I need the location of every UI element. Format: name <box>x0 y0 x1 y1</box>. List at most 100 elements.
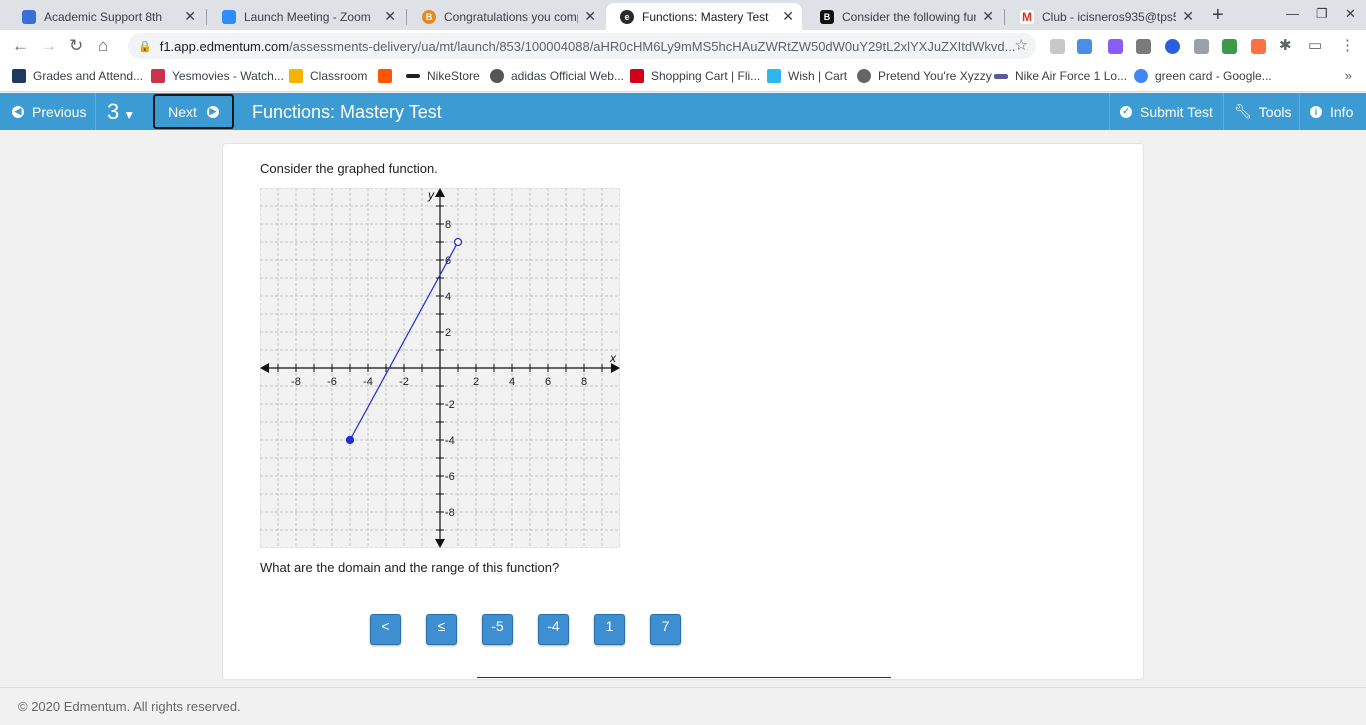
bookmark-item[interactable]: adidas Official Web... <box>490 69 624 83</box>
bookmark-label: Shopping Cart | Fli... <box>651 69 761 83</box>
header-divider <box>1223 93 1224 130</box>
bookmark-item[interactable]: Grades and Attend... <box>12 69 143 83</box>
globe-icon <box>857 69 871 83</box>
restore-icon[interactable]: ❐ <box>1316 6 1328 22</box>
x-tick-label: 8 <box>581 376 587 388</box>
next-arrow-icon: ▶ <box>206 105 219 118</box>
edmentum-icon: e <box>620 9 634 24</box>
question-number-dropdown[interactable]: 3 ▼ <box>107 93 135 130</box>
cast-icon[interactable]: ▭ <box>1308 36 1322 54</box>
x-tick-label: 4 <box>509 376 515 388</box>
browser-tab[interactable]: B Consider the following functi ✕ <box>806 3 1002 30</box>
answer-tile-neg-four[interactable]: -4 <box>538 614 569 645</box>
bookmark-label: NikeStore <box>427 69 480 83</box>
tab-close-icon[interactable]: ✕ <box>782 8 794 25</box>
minimize-icon[interactable]: — <box>1286 6 1299 21</box>
extension-icon[interactable] <box>1222 39 1237 54</box>
browser-menu-icon[interactable]: ⋮ <box>1340 36 1355 54</box>
gmail-icon: M <box>1020 9 1034 24</box>
bookmark-label: Yesmovies - Watch... <box>172 69 284 83</box>
tab-divider <box>406 9 407 25</box>
zoom-icon <box>222 9 236 24</box>
bookmark-item[interactable]: Shopping Cart | Fli... <box>630 69 760 83</box>
browser-tab[interactable]: M Club - icisneros935@tps501 ✕ <box>1006 3 1202 30</box>
submit-test-button[interactable]: ✓ Submit Test <box>1120 93 1213 130</box>
x-tick-label: 6 <box>545 376 551 388</box>
extension-icon[interactable] <box>1136 39 1151 54</box>
tab-close-icon[interactable]: ✕ <box>184 8 196 25</box>
reload-icon[interactable]: ↻ <box>69 36 83 56</box>
answer-tile-less-than[interactable]: < <box>370 614 401 645</box>
tools-button[interactable]: 🔧︎ Tools <box>1234 93 1291 130</box>
extension-icon[interactable] <box>1050 39 1065 54</box>
x-tick-label: -4 <box>363 376 373 388</box>
function-graph: xy -8-6-4-224688642-2-4-6-8 <box>260 188 620 548</box>
lock-icon: 🔒 <box>138 40 152 53</box>
x-axis-label: x <box>609 351 617 365</box>
bookmark-favicon-icon <box>289 69 303 83</box>
close-window-icon[interactable]: ✕ <box>1345 6 1356 22</box>
bitcoin-icon: B <box>422 9 436 24</box>
tab-close-icon[interactable]: ✕ <box>584 8 596 25</box>
tab-close-icon[interactable]: ✕ <box>384 8 396 25</box>
puzzle-extensions-icon[interactable]: ✱ <box>1279 36 1292 54</box>
browser-tab[interactable]: Launch Meeting - Zoom ✕ <box>208 3 404 30</box>
browser-toolbar: ← → ↻ ⌂ 🔒 f1.app.edmentum.com/assessment… <box>0 30 1366 62</box>
bookmark-star-icon[interactable]: ☆ <box>1015 36 1028 54</box>
x-tick-label: -8 <box>291 376 301 388</box>
new-tab-icon[interactable]: + <box>1212 4 1224 27</box>
tab-divider <box>206 9 207 25</box>
address-bar[interactable]: 🔒 f1.app.edmentum.com/assessments-delive… <box>128 33 1036 59</box>
bookmark-item[interactable]: Classroom <box>289 69 367 83</box>
y-tick-label: 8 <box>445 219 451 231</box>
home-icon[interactable]: ⌂ <box>98 36 108 56</box>
page-title: Functions: Mastery Test <box>252 102 442 122</box>
bookmark-item[interactable]: Pretend You're Xyzzy <box>857 69 992 83</box>
header-divider <box>1109 93 1110 130</box>
tab-close-icon[interactable]: ✕ <box>982 8 994 25</box>
bookmark-label: Nike Air Force 1 Lo... <box>1015 69 1128 83</box>
previous-button[interactable]: ◀ Previous <box>12 93 86 130</box>
bookmark-item[interactable]: NikeStore <box>406 69 480 83</box>
tab-title: Club - icisneros935@tps501 <box>1042 9 1177 24</box>
bookmark-item[interactable]: Wish | Cart <box>767 69 847 83</box>
url-host: f1.app.edmentum.com <box>159 38 290 54</box>
extension-icon[interactable] <box>1194 39 1209 54</box>
answer-tile-seven[interactable]: 7 <box>650 614 681 645</box>
extension-new-icon[interactable] <box>1077 39 1092 54</box>
more-bookmarks-icon[interactable]: » <box>1345 68 1352 83</box>
x-tick-label: 2 <box>473 376 479 388</box>
extension-icon[interactable] <box>1165 39 1180 54</box>
answer-tile-less-or-equal[interactable]: ≤ <box>426 614 457 645</box>
back-icon[interactable]: ← <box>12 36 29 56</box>
browser-tab-strip: Academic Support 8th ✕ Launch Meeting - … <box>0 0 1366 30</box>
browser-tab[interactable]: B Congratulations you complet ✕ <box>408 3 604 30</box>
bookmark-item[interactable]: green card - Google... <box>1134 69 1272 83</box>
answer-drop-area[interactable] <box>477 677 891 678</box>
info-button[interactable]: i Info <box>1310 93 1353 130</box>
google-icon <box>1134 69 1148 83</box>
nike-swoosh-icon <box>406 74 420 78</box>
check-circle-icon: ✓ <box>1120 105 1132 118</box>
bookmark-item[interactable]: Nike Air Force 1 Lo... <box>994 69 1127 83</box>
soundcloud-icon <box>378 69 392 83</box>
extension-icon[interactable] <box>1251 39 1266 54</box>
url-path: /assessments-delivery/ua/mt/launch/853/1… <box>289 38 1016 54</box>
answer-tile-one[interactable]: 1 <box>594 614 625 645</box>
x-tick-label: -2 <box>399 376 409 388</box>
bookmark-item[interactable]: Yesmovies - Watch... <box>151 69 284 83</box>
bookmark-item[interactable] <box>378 69 399 83</box>
forward-icon[interactable]: → <box>40 36 57 56</box>
copyright-text: © 2020 Edmentum. All rights reserved. <box>18 699 241 714</box>
tab-title: Functions: Mastery Test <box>642 9 769 24</box>
test-header: ◀ Previous 3 ▼ Next ▶ Functions: Mastery… <box>0 93 1366 130</box>
browser-tab-active[interactable]: e Functions: Mastery Test ✕ <box>606 3 802 30</box>
next-label: Next <box>168 103 197 120</box>
bookmark-label: green card - Google... <box>1155 69 1272 83</box>
header-divider <box>1299 93 1300 130</box>
extension-icon[interactable] <box>1108 39 1123 54</box>
next-button[interactable]: Next ▶ <box>153 94 234 129</box>
tab-close-icon[interactable]: ✕ <box>1182 8 1194 25</box>
browser-tab[interactable]: Academic Support 8th ✕ <box>8 3 204 30</box>
answer-tile-neg-five[interactable]: -5 <box>482 614 513 645</box>
